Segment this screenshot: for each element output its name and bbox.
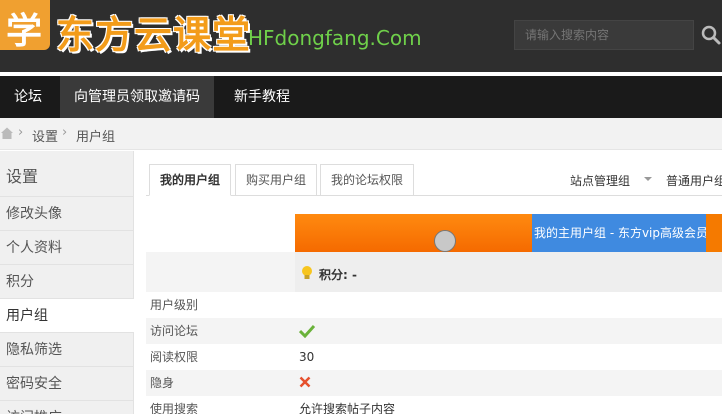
main-user-group-label: 我的主用户组 - 东方vip高级会员: [532, 214, 706, 252]
points-label: 积分: -: [319, 268, 357, 282]
nav-item-tutorial[interactable]: 新手教程: [220, 76, 304, 118]
sidebar-item-profile[interactable]: 个人资料: [0, 230, 134, 264]
row-label: 隐身: [150, 376, 175, 390]
home-icon[interactable]: [0, 126, 14, 140]
row-label: 用户级别: [150, 298, 199, 312]
points-row: [146, 252, 722, 292]
breadcrumb-separator: ›: [18, 125, 24, 140]
row-value: 30: [299, 350, 315, 364]
main-nav: 论坛 向管理员领取邀请码 新手教程: [0, 76, 722, 118]
breadcrumb: › 设置 › 用户组: [0, 118, 722, 150]
progress-knob[interactable]: [434, 230, 456, 252]
brand-title[interactable]: 东方云课堂: [56, 4, 251, 59]
search-box: [514, 20, 694, 50]
sidebar-item-privacy[interactable]: 隐私筛选: [0, 332, 134, 366]
nav-item-invite-code[interactable]: 向管理员领取邀请码: [60, 76, 214, 118]
sidebar-item-avatar[interactable]: 修改头像: [0, 196, 134, 230]
row-label: 阅读权限: [150, 350, 199, 364]
table-row: 隐身: [146, 370, 722, 396]
tab-buy-user-group[interactable]: 购买用户组: [235, 164, 318, 196]
group-progress-bar: [295, 214, 532, 252]
table-row: 阅读权限 30: [146, 344, 722, 370]
logo-icon[interactable]: 学: [0, 0, 50, 52]
sidebar-item-promotion[interactable]: 访问推广: [0, 400, 134, 414]
sidebar-title: 设置: [6, 167, 39, 186]
site-domain: HFdongfang.Com: [248, 26, 422, 50]
tab-divider: [146, 195, 722, 196]
sidebar-item-password[interactable]: 密码安全: [0, 366, 134, 400]
table-row: 访问论坛: [146, 318, 722, 344]
settings-sidebar: 设置 修改头像 个人资料 积分 用户组 隐私筛选 密码安全 访问推广: [0, 151, 134, 414]
sidebar-item-user-group[interactable]: 用户组: [0, 298, 134, 332]
row-value: 允许搜索帖子内容: [299, 402, 396, 414]
chevron-down-icon[interactable]: [644, 177, 652, 181]
logo-char: 学: [6, 10, 43, 52]
table-row: 用户级别: [146, 292, 722, 318]
normal-user-group-link[interactable]: 普通用户组: [666, 172, 722, 189]
nav-item-forum[interactable]: 论坛: [0, 76, 56, 118]
progress-bar-end: [706, 214, 722, 252]
table-row: 使用搜索 允许搜索帖子内容: [146, 396, 722, 414]
sidebar-item-points[interactable]: 积分: [0, 264, 134, 298]
tab-my-user-group[interactable]: 我的用户组: [149, 164, 232, 196]
search-icon[interactable]: [700, 24, 722, 46]
site-header: 学 东方云课堂 HFdongfang.Com: [0, 0, 722, 72]
breadcrumb-separator: ›: [62, 125, 68, 140]
cross-icon: [299, 376, 311, 388]
breadcrumb-user-group[interactable]: 用户组: [76, 126, 115, 145]
site-admin-group-link[interactable]: 站点管理组: [570, 172, 630, 189]
search-input[interactable]: [515, 21, 693, 49]
lightbulb-icon: [302, 266, 312, 279]
tab-forum-permissions[interactable]: 我的论坛权限: [320, 164, 415, 196]
row-label: 使用搜索: [150, 402, 199, 414]
check-icon: [299, 324, 315, 338]
points-cell: [295, 252, 722, 292]
row-label: 访问论坛: [150, 324, 199, 338]
breadcrumb-settings[interactable]: 设置: [32, 126, 58, 145]
